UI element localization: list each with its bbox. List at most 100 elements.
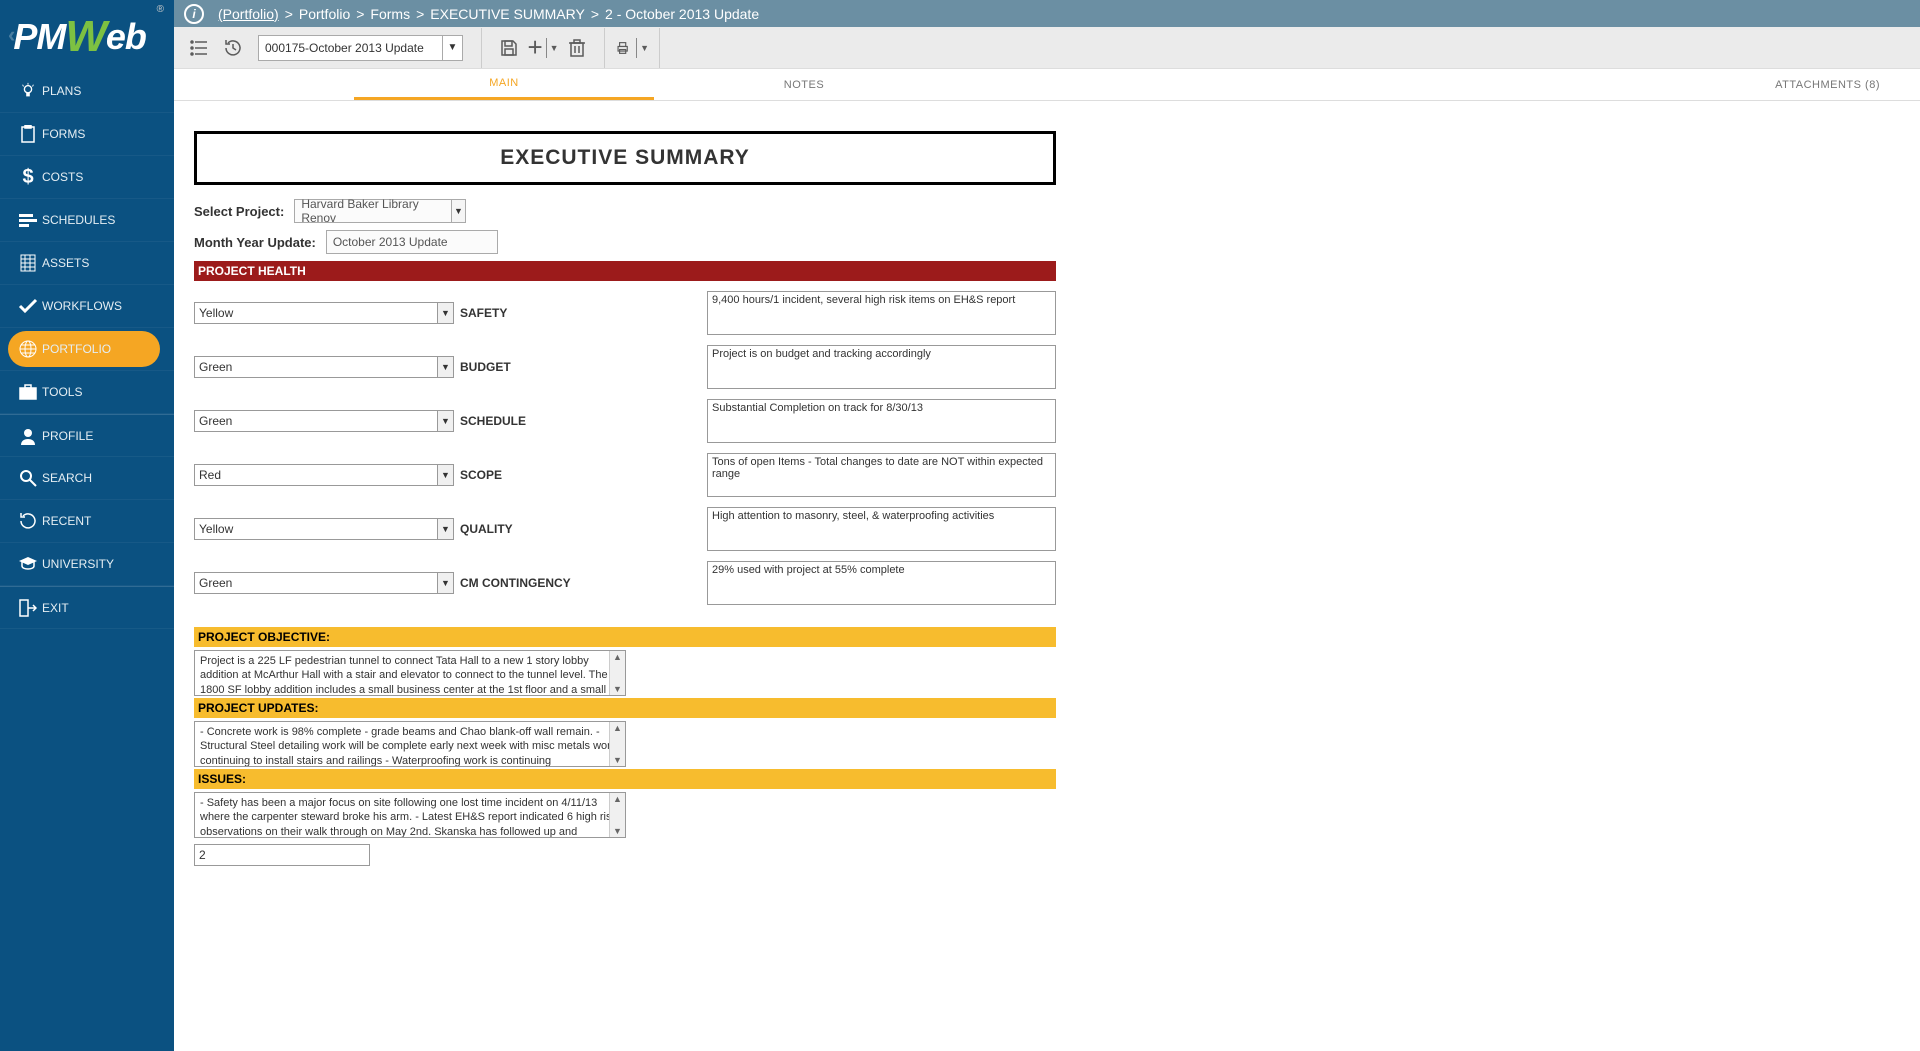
scroll-down-icon[interactable]: ▼ — [613, 825, 622, 837]
status-select[interactable]: Green▼ — [194, 572, 454, 594]
sidebar-item-label: WORKFLOWS — [42, 299, 122, 313]
sidebar-item-forms[interactable]: FORMS — [0, 113, 174, 156]
save-icon[interactable] — [492, 31, 526, 65]
tab-attachments[interactable]: ATTACHMENTS (8) — [1735, 69, 1920, 100]
add-button[interactable]: +▼ — [526, 31, 560, 65]
health-category-label: BUDGET — [460, 360, 600, 374]
sidebar-item-plans[interactable]: PLANS — [0, 70, 174, 113]
page-number-input[interactable]: 2 — [194, 844, 370, 866]
status-value: Yellow — [195, 303, 437, 323]
sidebar-item-label: EXIT — [42, 601, 69, 615]
sidebar-item-portfolio[interactable]: PORTFOLIO — [0, 328, 174, 371]
sidebar-item-recent[interactable]: RECENT — [0, 500, 174, 543]
sidebar-item-profile[interactable]: PROFILE — [0, 414, 174, 457]
sidebar-item-label: PORTFOLIO — [42, 342, 111, 356]
sidebar-item-label: ASSETS — [42, 256, 89, 270]
status-select[interactable]: Yellow▼ — [194, 518, 454, 540]
health-category-label: CM CONTINGENCY — [460, 576, 600, 590]
project-updates-textarea[interactable]: - Concrete work is 98% complete - grade … — [194, 721, 626, 767]
toolbar: 000175-October 2013 Update ▼ +▼ ▼ — [174, 27, 1920, 69]
sidebar-item-workflows[interactable]: WORKFLOWS — [0, 285, 174, 328]
scroll-down-icon[interactable]: ▼ — [613, 683, 622, 695]
check-icon — [14, 298, 42, 314]
sidebar-item-schedules[interactable]: SCHEDULES — [0, 199, 174, 242]
health-row-budget: Green▼ BUDGET Project is on budget and tra… — [194, 345, 1056, 389]
health-note-input[interactable]: 9,400 hours/1 incident, several high ris… — [707, 291, 1056, 335]
print-button[interactable]: ▼ — [615, 31, 649, 65]
app-logo: ‹ PMWeb ® — [0, 0, 174, 70]
scrollbar[interactable]: ▲▼ — [609, 793, 625, 837]
breadcrumb-item: 2 - October 2013 Update — [605, 6, 759, 22]
scrollbar[interactable]: ▲▼ — [609, 651, 625, 695]
grid-icon — [14, 254, 42, 272]
status-value: Yellow — [195, 519, 437, 539]
health-note-input[interactable]: Substantial Completion on track for 8/30… — [707, 399, 1056, 443]
sidebar: ‹ PMWeb ® PLANS FORMS $COSTS SCHEDULES ASSET… — [0, 0, 174, 1051]
issues-textarea[interactable]: - Safety has been a major focus on site … — [194, 792, 626, 838]
status-value: Green — [195, 357, 437, 377]
tab-bar: MAIN NOTES ATTACHMENTS (8) — [174, 69, 1920, 101]
issues-header: ISSUES: — [194, 769, 1056, 789]
tab-notes[interactable]: NOTES — [654, 69, 954, 100]
list-view-icon[interactable] — [182, 31, 216, 65]
select-project-value: Harvard Baker Library Renov — [295, 200, 450, 222]
month-year-input[interactable]: October 2013 Update — [326, 230, 498, 254]
status-value: Green — [195, 573, 437, 593]
logo-text: PMWeb — [13, 10, 146, 60]
form-content: EXECUTIVE SUMMARY Select Project: Harvar… — [174, 101, 1920, 1051]
chevron-down-icon: ▼ — [437, 519, 453, 539]
person-icon — [14, 427, 42, 445]
health-category-label: SCHEDULE — [460, 414, 600, 428]
sidebar-item-university[interactable]: UNIVERSITY — [0, 543, 174, 586]
bars-icon — [14, 212, 42, 228]
select-project-dropdown[interactable]: Harvard Baker Library Renov ▼ — [294, 199, 466, 223]
tab-main[interactable]: MAIN — [354, 69, 654, 100]
status-value: Green — [195, 411, 437, 431]
history-icon[interactable] — [216, 31, 250, 65]
health-note-input[interactable]: 29% used with project at 55% complete — [707, 561, 1056, 605]
sidebar-item-costs[interactable]: $COSTS — [0, 156, 174, 199]
sidebar-item-label: TOOLS — [42, 385, 82, 399]
light-icon — [14, 82, 42, 100]
delete-icon[interactable] — [560, 31, 594, 65]
registered-icon: ® — [157, 4, 164, 15]
status-select[interactable]: Green▼ — [194, 410, 454, 432]
briefcase-icon — [14, 384, 42, 400]
health-note-input[interactable]: Project is on budget and tracking accord… — [707, 345, 1056, 389]
chevron-down-icon: ▼ — [640, 43, 649, 53]
health-note-input[interactable]: Tons of open Items - Total changes to da… — [707, 453, 1056, 497]
status-select[interactable]: Green▼ — [194, 356, 454, 378]
breadcrumb: i (Portfolio) > Portfolio > Forms > EXEC… — [174, 0, 1920, 27]
sidebar-item-search[interactable]: SEARCH — [0, 457, 174, 500]
scroll-down-icon[interactable]: ▼ — [613, 754, 622, 766]
breadcrumb-item[interactable]: Portfolio — [299, 6, 350, 22]
breadcrumb-item[interactable]: Forms — [370, 6, 410, 22]
project-objective-textarea[interactable]: Project is a 225 LF pedestrian tunnel to… — [194, 650, 626, 696]
health-category-label: SCOPE — [460, 468, 600, 482]
breadcrumb-item[interactable]: EXECUTIVE SUMMARY — [430, 6, 585, 22]
chevron-down-icon: ▼ — [451, 200, 466, 222]
health-row-schedule: Green▼ SCHEDULE Substantial Completion on … — [194, 399, 1056, 443]
sidebar-item-exit[interactable]: EXIT — [0, 586, 174, 629]
sidebar-item-assets[interactable]: ASSETS — [0, 242, 174, 285]
scrollbar[interactable]: ▲▼ — [609, 722, 625, 766]
chevron-down-icon: ▼ — [437, 411, 453, 431]
grad-icon — [14, 556, 42, 572]
health-note-input[interactable]: High attention to masonry, steel, & wate… — [707, 507, 1056, 551]
chevron-down-icon: ▼ — [437, 303, 453, 323]
health-row-safety: Yellow▼SAFETY9,400 hours/1 incident, sev… — [194, 291, 1056, 335]
chevron-down-icon: ▼ — [442, 36, 462, 60]
breadcrumb-root[interactable]: (Portfolio) — [218, 6, 279, 22]
sidebar-item-label: SCHEDULES — [42, 213, 115, 227]
info-icon[interactable]: i — [184, 4, 204, 24]
exit-icon — [14, 599, 42, 617]
scroll-up-icon[interactable]: ▲ — [613, 651, 622, 663]
scroll-up-icon[interactable]: ▲ — [613, 793, 622, 805]
record-selector[interactable]: 000175-October 2013 Update ▼ — [258, 35, 463, 61]
sidebar-item-label: RECENT — [42, 514, 91, 528]
status-select[interactable]: Yellow▼ — [194, 302, 454, 324]
status-select[interactable]: Red▼ — [194, 464, 454, 486]
sidebar-item-label: FORMS — [42, 127, 85, 141]
sidebar-item-tools[interactable]: TOOLS — [0, 371, 174, 414]
scroll-up-icon[interactable]: ▲ — [613, 722, 622, 734]
